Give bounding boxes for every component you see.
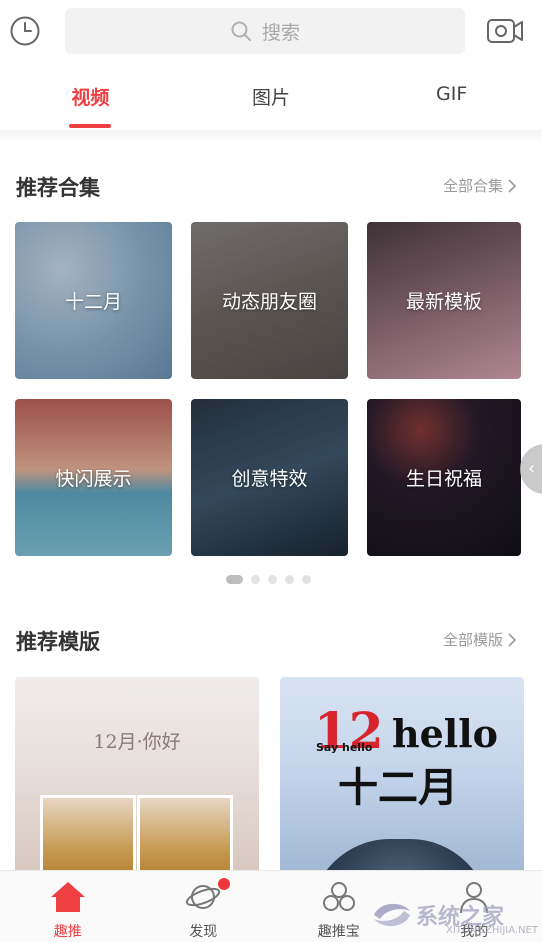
tab-divider [0,130,542,144]
search-placeholder: 搜索 [261,21,300,44]
all-collections-label: 全部合集 [442,177,503,195]
nav-label: 趣推宝 [317,924,360,940]
tab-image[interactable]: 图片 [181,64,362,130]
circles-icon [322,882,355,911]
search-icon [231,21,251,41]
pager-dot[interactable] [302,574,311,584]
template-small-text: Say hello [316,741,373,754]
collection-card-flash[interactable]: 快闪展示 [15,399,172,556]
tab-gif[interactable]: GIF [361,64,542,130]
all-templates-link[interactable]: 全部模版 [443,629,517,650]
collection-card-creative[interactable]: 创意特效 [191,399,348,556]
pager-dot[interactable] [226,574,243,584]
home-icon [50,882,85,912]
template-photo [137,795,233,877]
chevron-right-icon [508,632,517,647]
nav-item-discover[interactable]: 发现 [136,871,272,942]
collection-label: 快闪展示 [55,468,132,490]
template-card-hello-december[interactable]: 12月·你好 [15,677,259,877]
history-icon[interactable] [9,15,41,47]
all-templates-label: 全部模版 [442,631,503,649]
template-word: hello [392,711,499,756]
tab-label: 视频 [71,87,110,109]
nav-label: 趣推 [53,924,82,940]
notification-badge [218,878,230,890]
collections-title: 推荐合集 [16,176,100,200]
floating-side-handle[interactable]: ‹ [520,444,542,494]
template-month: 十二月 [338,765,458,811]
template-photo [40,795,136,877]
watermark-url: XITONGZHIJIA.NET [446,925,538,936]
chevron-right-icon [508,178,517,193]
search-bar[interactable]: 搜索 [65,8,465,54]
watermark: 系统之家 XITONGZHIJIA.NET [370,895,540,936]
tab-video[interactable]: 视频 [0,64,181,130]
planet-icon [186,885,221,909]
pager-dot[interactable] [251,574,260,584]
collection-card-moments[interactable]: 动态朋友圈 [191,222,348,379]
nav-item-home[interactable]: 趣推 [0,871,136,942]
template-caption: 12月·你好 [93,731,181,753]
tab-label: GIF [436,83,468,105]
tab-label: 图片 [252,87,291,109]
collection-label: 生日祝福 [405,468,482,490]
collection-label: 创意特效 [231,468,308,490]
media-type-tabs: 视频 图片 GIF [0,64,542,130]
pager-dot[interactable] [268,574,277,584]
active-tab-indicator [69,124,112,128]
pager-dot[interactable] [285,574,294,584]
watermark-logo-icon [374,903,410,927]
chevron-left-icon: ‹ [528,458,536,479]
nav-label: 发现 [189,924,218,940]
carousel-pager [226,574,311,584]
collection-label: 最新模板 [405,291,482,313]
templates-title: 推荐模版 [16,630,100,654]
template-card-hello-twelve[interactable]: 12 hello Say hello 十二月 [280,677,524,877]
collection-card-december[interactable]: 十二月 [15,222,172,379]
all-collections-link[interactable]: 全部合集 [443,175,517,196]
collection-label: 动态朋友圈 [221,291,317,313]
collection-label: 十二月 [64,291,122,313]
collection-card-birthday[interactable]: 生日祝福 [367,399,521,556]
top-bar: 搜索 [0,0,542,64]
video-camera-icon[interactable] [486,15,524,47]
collection-card-latest[interactable]: 最新模板 [367,222,521,379]
